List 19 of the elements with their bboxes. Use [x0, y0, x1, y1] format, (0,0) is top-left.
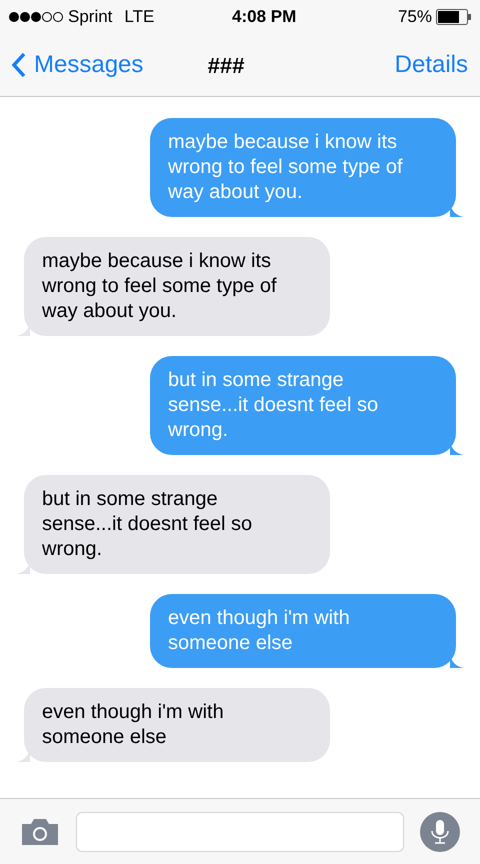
- carrier-name: Sprint: [68, 6, 112, 28]
- battery-percent: 75%: [398, 6, 432, 28]
- chevron-left-icon: [12, 52, 26, 78]
- message-bubble: maybe because i know its wrong to feel some type of way about you.: [24, 237, 330, 336]
- network-type: LTE: [124, 6, 154, 28]
- conversation-title: ###: [207, 52, 244, 80]
- details-button[interactable]: Details: [394, 47, 468, 83]
- signal-icon: [8, 11, 64, 23]
- microphone-icon[interactable]: [420, 812, 460, 852]
- message-bubble: even though i'm with someone else: [150, 594, 456, 668]
- status-time: 4:08 PM: [232, 6, 296, 28]
- battery-icon: [436, 9, 472, 25]
- back-button[interactable]: Messages: [12, 47, 144, 83]
- message-input[interactable]: [76, 812, 404, 852]
- message-bubble: but in some strange sense...it doesnt feel so wrong.: [24, 475, 330, 574]
- camera-icon[interactable]: [20, 816, 60, 846]
- message-bubble: maybe because i know its wrong to feel some type of way about you.: [150, 118, 456, 217]
- message-bubble: but in some strange sense...it doesnt feel so wrong.: [150, 356, 456, 455]
- message-bubble: even though i'm with someone else: [24, 688, 330, 762]
